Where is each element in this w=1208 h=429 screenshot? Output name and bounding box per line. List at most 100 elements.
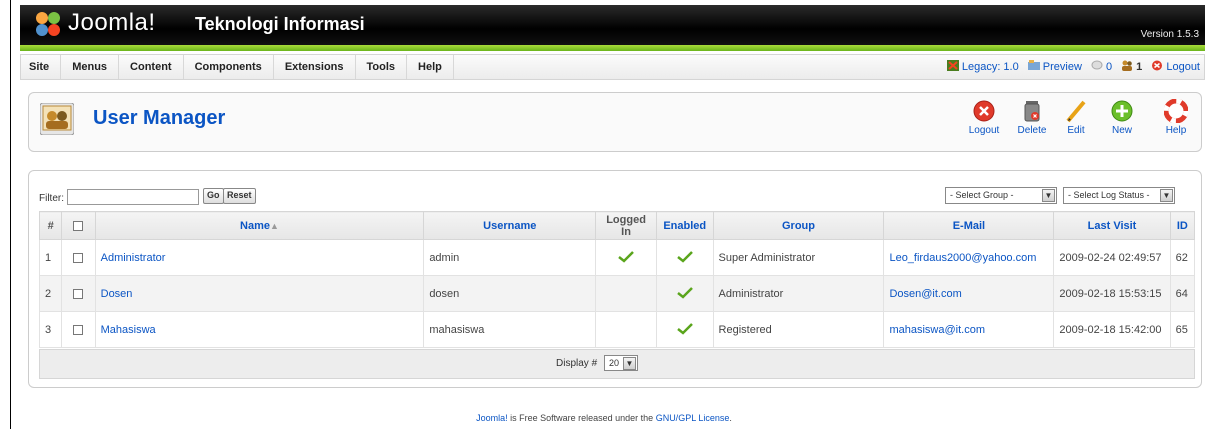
- footer-note: Joomla! is Free Software released under …: [0, 413, 1208, 423]
- enabled-cell[interactable]: [655, 275, 714, 312]
- menu-site[interactable]: Site: [21, 55, 62, 79]
- col-num-header: #: [38, 211, 63, 240]
- username-cell: mahasiswa: [423, 311, 597, 348]
- col-logged-in-header: Logged In: [595, 211, 657, 240]
- logout-small-icon: [1152, 60, 1163, 71]
- preview-icon: [1027, 60, 1040, 70]
- edit-button-label: Edit: [1067, 125, 1085, 136]
- col-name-header[interactable]: Name▲: [94, 211, 425, 240]
- log-status-select-value: - Select Log Status -: [1068, 190, 1150, 200]
- id-cell: 64: [1169, 275, 1196, 312]
- page-title: User Manager: [93, 107, 226, 129]
- enabled-cell[interactable]: [655, 239, 714, 276]
- menu-extensions[interactable]: Extensions: [274, 55, 356, 79]
- preview-link[interactable]: Preview: [1027, 60, 1085, 73]
- users-table: # Name▲ Username Logged In Enabled Group…: [38, 211, 1196, 348]
- col-enabled-header[interactable]: Enabled: [655, 211, 714, 240]
- chevron-down-icon: ▼: [623, 357, 636, 370]
- user-name-link[interactable]: Administrator: [94, 239, 425, 276]
- joomla-link[interactable]: Joomla!: [476, 413, 508, 423]
- footer-text: is Free Software released under the: [507, 413, 656, 423]
- group-cell: Super Administrator: [712, 239, 885, 276]
- users-online[interactable]: 1: [1121, 60, 1145, 73]
- menu-components[interactable]: Components: [184, 55, 274, 79]
- col-group-header[interactable]: Group: [712, 211, 885, 240]
- display-label: Display #: [556, 358, 598, 369]
- email-link[interactable]: mahasiswa@it.com: [883, 311, 1055, 348]
- col-email-header[interactable]: E-Mail: [883, 211, 1055, 240]
- col-select-all-header: [61, 211, 96, 240]
- sort-ascending-icon: ▲: [269, 220, 279, 231]
- header-accent-line: [20, 45, 1205, 51]
- filter-input[interactable]: [67, 189, 199, 205]
- display-limit-value: 20: [609, 358, 620, 368]
- table-header-row: # Name▲ Username Logged In Enabled Group…: [38, 211, 1196, 240]
- row-number: 1: [38, 239, 63, 276]
- site-title: Teknologi Informasi: [195, 14, 365, 34]
- version-label: Version 1.5.3: [1140, 29, 1199, 40]
- menu-content[interactable]: Content: [119, 55, 184, 79]
- new-button[interactable]: New: [1099, 99, 1145, 149]
- plus-icon: [1111, 100, 1133, 122]
- select-all-checkbox[interactable]: [73, 220, 84, 231]
- footer-period: .: [729, 413, 732, 423]
- filter-label: Filter:: [39, 193, 64, 204]
- help-button[interactable]: Help: [1153, 99, 1199, 149]
- user-name-link[interactable]: Dosen: [94, 275, 425, 312]
- row-checkbox[interactable]: [73, 252, 84, 263]
- user-name-link[interactable]: Mahasiswa: [94, 311, 425, 348]
- menu-tools[interactable]: Tools: [356, 55, 408, 79]
- logged-in-cell: [595, 311, 657, 348]
- joomla-brand: Joomla!: [68, 9, 156, 36]
- legacy-label: Legacy: 1.0: [961, 61, 1019, 73]
- legacy-status[interactable]: Legacy: 1.0: [946, 60, 1022, 73]
- col-username-header[interactable]: Username: [423, 211, 597, 240]
- group-cell: Registered: [712, 311, 885, 348]
- help-button-label: Help: [1165, 125, 1187, 136]
- row-number: 2: [38, 275, 63, 312]
- log-status-select[interactable]: - Select Log Status - ▼: [1063, 187, 1175, 204]
- edit-button[interactable]: Edit: [1053, 99, 1099, 149]
- new-button-label: New: [1111, 125, 1132, 136]
- delete-button-label: Delete: [1017, 125, 1047, 136]
- col-last-visit-header[interactable]: Last Visit: [1053, 211, 1171, 240]
- messages-count[interactable]: 0: [1091, 60, 1115, 73]
- delete-button[interactable]: Delete: [1009, 99, 1055, 149]
- legacy-icon: [946, 60, 959, 71]
- table-row: 2 Dosen dosen Administrator Dosen@it.com…: [38, 275, 1196, 312]
- col-id-header[interactable]: ID: [1169, 211, 1196, 240]
- license-link[interactable]: GNU/GPL License: [656, 413, 730, 423]
- go-button[interactable]: Go: [203, 188, 224, 204]
- users-icon: [1122, 60, 1133, 71]
- check-icon: [676, 286, 693, 299]
- name-header-label: Name: [240, 219, 270, 232]
- messages-icon: [1091, 60, 1103, 70]
- messages-label: 0: [1105, 61, 1113, 73]
- chevron-down-icon: ▼: [1042, 189, 1055, 202]
- email-link[interactable]: Leo_firdaus2000@yahoo.com: [883, 239, 1055, 276]
- group-select[interactable]: - Select Group - ▼: [945, 187, 1057, 204]
- main-menu-bar: Site Menus Content Components Extensions…: [20, 54, 1205, 80]
- header-bar: Joomla! Teknologi Informasi Version 1.5.…: [20, 5, 1205, 45]
- menu-menus[interactable]: Menus: [61, 55, 120, 79]
- users-label: 1: [1136, 61, 1143, 73]
- logout-icon: [973, 100, 995, 122]
- display-limit-select[interactable]: 20 ▼: [604, 355, 638, 371]
- logout-link[interactable]: Logout: [1151, 60, 1200, 73]
- enabled-cell[interactable]: [655, 311, 714, 348]
- group-cell: Administrator: [712, 275, 885, 312]
- table-row: 3 Mahasiswa mahasiswa Registered mahasis…: [38, 311, 1196, 348]
- menu-help[interactable]: Help: [407, 55, 454, 79]
- row-checkbox[interactable]: [73, 288, 84, 299]
- check-icon: [676, 250, 693, 263]
- row-checkbox[interactable]: [73, 324, 84, 335]
- row-checkbox-cell: [61, 275, 96, 312]
- reset-button[interactable]: Reset: [223, 188, 256, 204]
- id-cell: 65: [1169, 311, 1196, 348]
- last-visit-cell: 2009-02-18 15:53:15: [1053, 275, 1171, 312]
- pencil-icon: [1066, 100, 1086, 123]
- username-cell: dosen: [423, 275, 597, 312]
- email-link[interactable]: Dosen@it.com: [883, 275, 1055, 312]
- logged-in-cell: [595, 239, 657, 276]
- logout-button[interactable]: Logout: [961, 99, 1007, 149]
